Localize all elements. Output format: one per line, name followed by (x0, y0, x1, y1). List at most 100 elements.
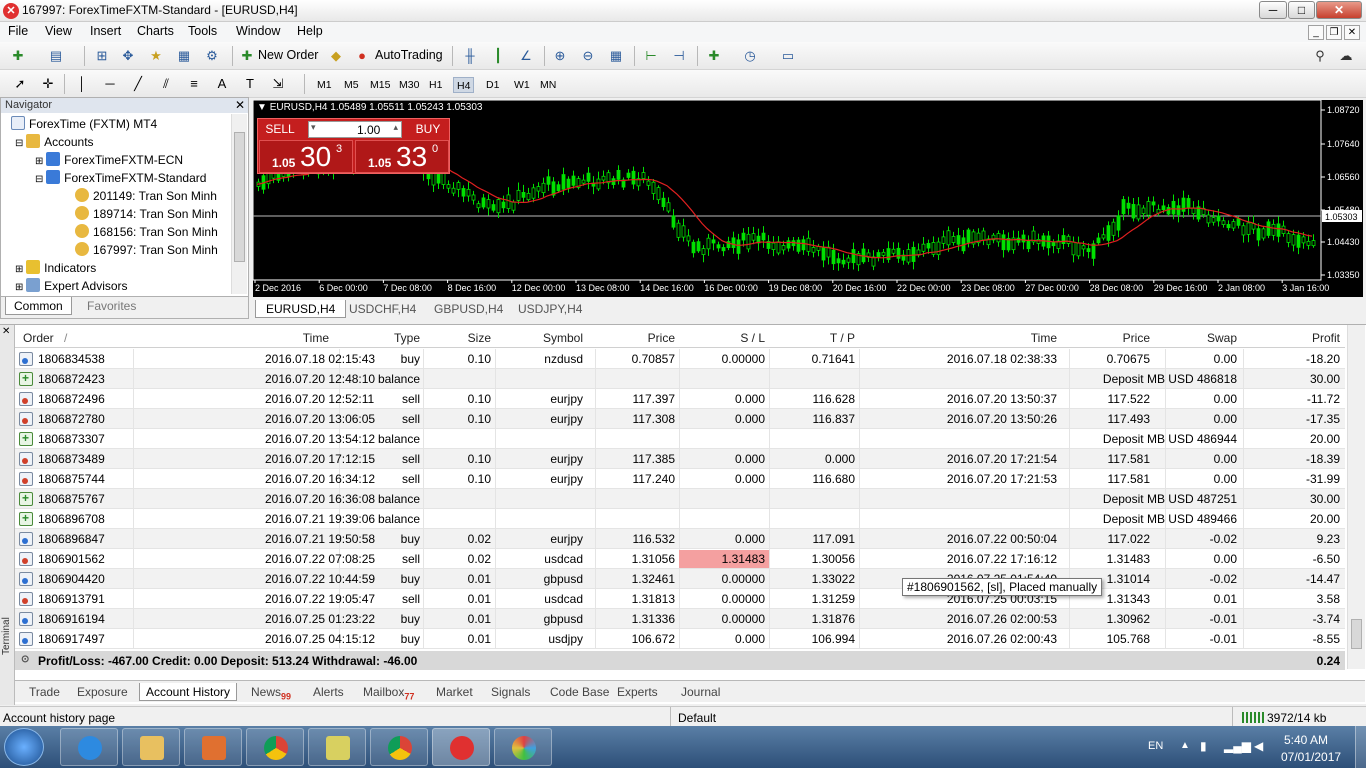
lot-decrease-icon[interactable]: ▾ (311, 122, 316, 133)
col-size[interactable]: Size (445, 331, 491, 345)
table-row[interactable]: 1806916194 2016.07.25 01:23:22 buy 0.01 gbpu… (15, 609, 1345, 629)
maximize-button[interactable]: □ (1288, 1, 1315, 19)
col-swap[interactable]: Swap (1185, 331, 1237, 345)
timeframe-m5[interactable]: M5 (341, 77, 362, 93)
tab-mailbox[interactable]: Mailbox77 (357, 683, 420, 701)
nav-account[interactable]: 168156: Tran Son Minh (75, 223, 218, 241)
col-type[interactable]: Type (365, 331, 420, 345)
terminal-close-icon[interactable]: ✕ (2, 326, 10, 337)
menu-file[interactable]: File (8, 24, 28, 38)
taskbar-chrome[interactable] (246, 728, 304, 766)
timeframe-m1[interactable]: M1 (314, 77, 335, 93)
price-chart[interactable]: 1.087201.076401.065601.054801.053031.044… (253, 100, 1363, 297)
tab-trade[interactable]: Trade (23, 683, 66, 701)
col-sl[interactable]: S / L (705, 331, 765, 345)
autotrading-button[interactable]: AutoTrading (375, 48, 443, 62)
tab-usdjpy[interactable]: USDJPY,H4 (508, 300, 592, 318)
table-row[interactable]: 1806875767 2016.07.20 16:36:08balance 30.0… (15, 489, 1345, 509)
cursor-icon[interactable]: ➚ (10, 75, 30, 93)
taskbar-mt4[interactable] (432, 728, 490, 766)
nav-account[interactable]: 167997: Tran Son Minh (75, 241, 218, 259)
table-row[interactable]: 1806896708 2016.07.21 19:39:06balance 20.0… (15, 509, 1345, 529)
menu-tools[interactable]: Tools (188, 24, 217, 38)
tray-device-icon[interactable]: ▮ (1200, 739, 1207, 753)
tab-gbpusd[interactable]: GBPUSD,H4 (424, 300, 513, 318)
buy-price-button[interactable]: 1.05 33 0 (355, 140, 449, 173)
data-window-icon[interactable]: ✥ (118, 47, 138, 65)
tab-exposure[interactable]: Exposure (71, 683, 134, 701)
tab-signals[interactable]: Signals (485, 683, 536, 701)
tab-alerts[interactable]: Alerts (307, 683, 350, 701)
terminal-scrollbar[interactable] (1347, 325, 1365, 669)
col-order[interactable]: Order (23, 331, 54, 345)
new-chart-icon[interactable]: ✚ (8, 47, 28, 65)
menu-help[interactable]: Help (297, 24, 323, 38)
fibonacci-icon[interactable]: ≡ (184, 75, 204, 93)
start-button[interactable] (4, 728, 44, 766)
chart-shift-icon[interactable]: ⊣ (669, 47, 689, 65)
col-price[interactable]: Price (615, 331, 675, 345)
mdi-restore-button[interactable]: ❐ (1326, 25, 1342, 40)
nav-account[interactable]: 201149: Tran Son Minh (75, 187, 217, 205)
close-button[interactable]: ✕ (1316, 1, 1362, 19)
table-row[interactable]: 1806872423 2016.07.20 12:48:10balance 30.0… (15, 369, 1345, 389)
mdi-close-button[interactable]: ✕ (1344, 25, 1360, 40)
language-indicator[interactable]: EN (1148, 740, 1163, 752)
taskbar-notes[interactable] (308, 728, 366, 766)
candlestick-icon[interactable]: ┃ (488, 47, 508, 65)
templates-icon[interactable]: ▭ (778, 47, 798, 65)
autotrading-icon[interactable]: ● (352, 47, 372, 65)
autoscroll-icon[interactable]: ⊢ (641, 47, 661, 65)
nav-indicators[interactable]: ⊞ Indicators (15, 259, 96, 277)
sell-button[interactable]: SELL (260, 121, 300, 138)
nav-server-standard[interactable]: ⊟ ForexTimeFXTM-Standard (35, 169, 206, 187)
timeframe-mn[interactable]: MN (537, 77, 559, 93)
col-profit[interactable]: Profit (1280, 331, 1340, 345)
col-time[interactable]: Time (265, 331, 329, 345)
nav-experts[interactable]: ⊞ Expert Advisors (15, 277, 128, 295)
zoom-out-icon[interactable]: ⊖ (578, 47, 598, 65)
timeframe-m30[interactable]: M30 (396, 77, 422, 93)
nav-accounts[interactable]: ⊟ Accounts (15, 133, 94, 151)
crosshair-icon[interactable]: ✛ (38, 75, 58, 93)
horizontal-line-icon[interactable]: ─ (100, 75, 120, 93)
tray-volume-icon[interactable]: ◀ (1254, 739, 1263, 753)
tray-signal-icon[interactable]: ▂▄▆ (1224, 739, 1251, 753)
table-row[interactable]: 1806872780 2016.07.20 13:06:05 sell 0.10 eur… (15, 409, 1345, 429)
menu-view[interactable]: View (45, 24, 72, 38)
table-row[interactable]: 1806917497 2016.07.25 04:15:12 buy 0.01 usdj… (15, 629, 1345, 649)
col-tp[interactable]: T / P (795, 331, 855, 345)
tab-journal[interactable]: Journal (675, 683, 726, 701)
tab-news[interactable]: News99 (245, 683, 297, 701)
taskbar-chrome-2[interactable] (370, 728, 428, 766)
metaeditor-icon[interactable]: ◆ (326, 47, 346, 65)
zoom-in-icon[interactable]: ⊕ (550, 47, 570, 65)
timeframe-w1[interactable]: W1 (511, 77, 533, 93)
taskbar-explorer[interactable] (122, 728, 180, 766)
nav-account[interactable]: 189714: Tran Son Minh (75, 205, 218, 223)
tab-experts[interactable]: Experts (611, 683, 664, 701)
taskbar-media[interactable] (184, 728, 242, 766)
indicators-icon[interactable]: ✚ (704, 47, 724, 65)
table-row[interactable]: 1806875744 2016.07.20 16:34:12 sell 0.10 eur… (15, 469, 1345, 489)
tile-windows-icon[interactable]: ▦ (606, 47, 626, 65)
tester-icon[interactable]: ⚙ (202, 47, 222, 65)
table-row[interactable]: 1806872496 2016.07.20 12:52:11 sell 0.10 eur… (15, 389, 1345, 409)
menu-charts[interactable]: Charts (137, 24, 174, 38)
new-order-button[interactable]: New Order (258, 48, 318, 62)
tab-favorites[interactable]: Favorites (79, 297, 144, 315)
new-order-icon[interactable]: ✚ (237, 47, 257, 65)
trendline-icon[interactable]: ╱ (128, 75, 148, 93)
timeframe-d1[interactable]: D1 (483, 77, 502, 93)
text-icon[interactable]: A (212, 75, 232, 93)
chat-icon[interactable]: ☁ (1336, 47, 1356, 65)
table-row[interactable]: 1806896847 2016.07.21 19:50:58 buy 0.02 eurj… (15, 529, 1345, 549)
table-row[interactable]: 1806873489 2016.07.20 17:12:15 sell 0.10 eur… (15, 449, 1345, 469)
timeframe-m15[interactable]: M15 (367, 77, 393, 93)
channel-icon[interactable]: ⫽ (156, 75, 176, 93)
table-row[interactable]: 1806873307 2016.07.20 13:54:12balance 20.0… (15, 429, 1345, 449)
lot-increase-icon[interactable]: ▴ (393, 122, 398, 133)
arrows-icon[interactable]: ⇲ (268, 75, 288, 93)
clock-time[interactable]: 5:40 AM (1284, 733, 1328, 747)
table-row[interactable]: 1806901562 2016.07.22 07:08:25 sell 0.02 usd… (15, 549, 1345, 569)
